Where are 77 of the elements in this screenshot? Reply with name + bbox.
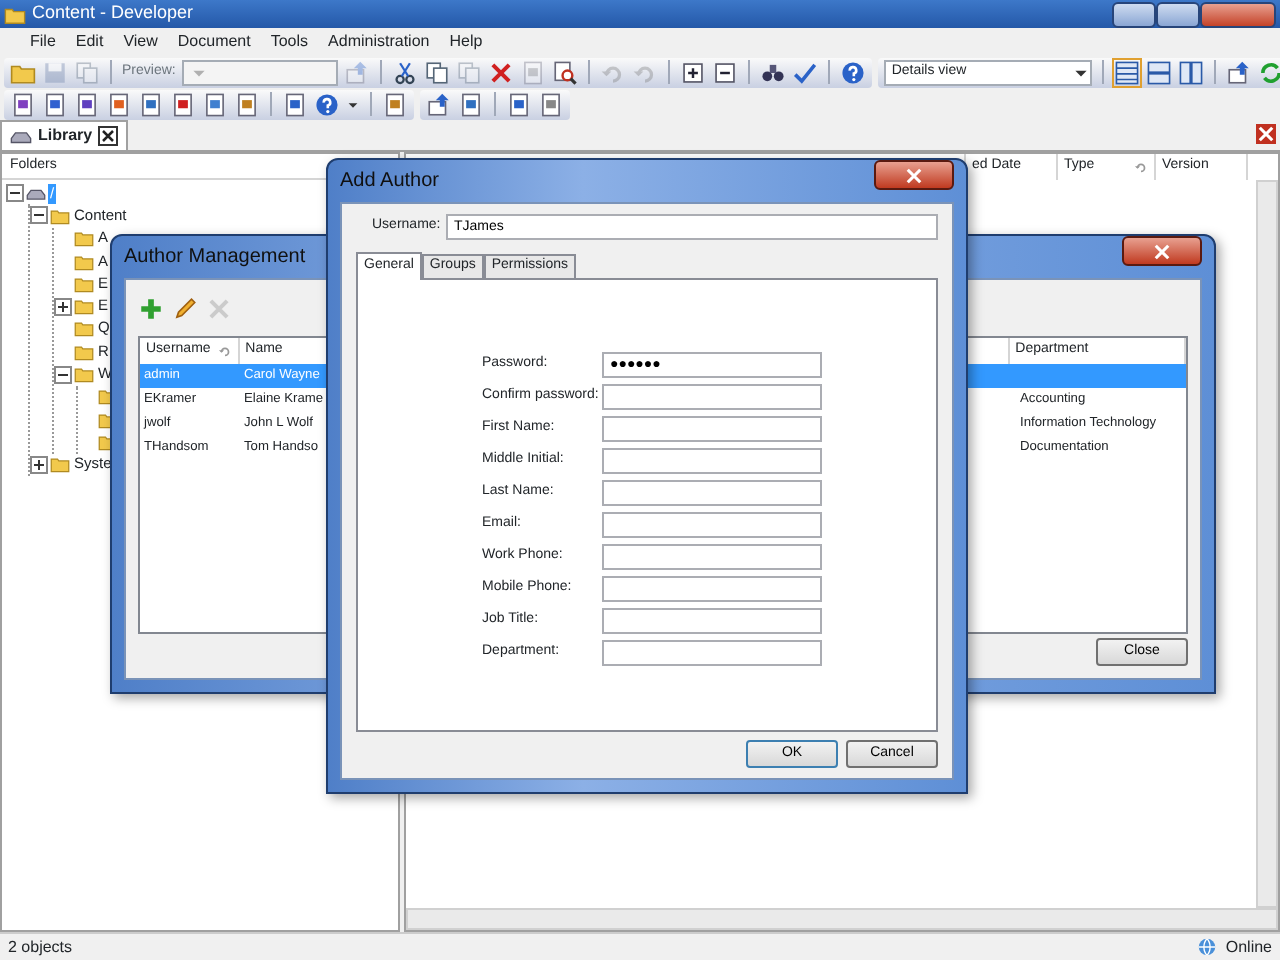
input-field[interactable] xyxy=(602,575,822,601)
close-button[interactable] xyxy=(1122,236,1202,266)
minimize-button[interactable] xyxy=(1112,1,1156,27)
document-icon[interactable] xyxy=(74,91,100,117)
columns-view-icon[interactable] xyxy=(1177,59,1204,85)
folder-icon xyxy=(74,251,94,272)
menu-item[interactable]: Administration xyxy=(318,30,440,54)
upload-icon[interactable] xyxy=(426,91,452,117)
collapse-icon[interactable] xyxy=(54,365,72,384)
refresh-icon[interactable] xyxy=(1257,59,1280,85)
expand-icon[interactable] xyxy=(679,59,706,85)
document-icon[interactable] xyxy=(170,91,196,117)
collapse-icon[interactable] xyxy=(6,184,24,203)
collapse-icon[interactable] xyxy=(711,59,738,85)
input-field[interactable] xyxy=(602,479,822,505)
document-icon[interactable] xyxy=(382,91,408,117)
folder-icon xyxy=(74,341,94,362)
input-field[interactable] xyxy=(602,383,822,409)
help-icon[interactable] xyxy=(839,59,866,85)
grid-view-icon[interactable] xyxy=(1113,59,1140,85)
close-icon[interactable] xyxy=(98,126,119,146)
help-icon[interactable] xyxy=(314,91,340,117)
document-icon[interactable] xyxy=(138,91,164,117)
input-field[interactable] xyxy=(602,607,822,633)
folder-icon xyxy=(74,296,94,317)
spellcheck-icon[interactable] xyxy=(791,59,818,85)
folder-icon xyxy=(50,205,70,226)
copy-icon[interactable] xyxy=(423,59,450,85)
folder-icon xyxy=(50,454,70,475)
add-icon[interactable] xyxy=(138,296,164,322)
document-icon[interactable] xyxy=(202,91,228,117)
menu-item[interactable]: Edit xyxy=(65,30,114,54)
folder-up-icon[interactable] xyxy=(1225,59,1252,85)
expand-icon[interactable] xyxy=(54,297,72,316)
folder-icon xyxy=(74,364,94,385)
scrollbar[interactable] xyxy=(406,908,1278,930)
document-icon[interactable] xyxy=(106,91,132,117)
document-icon[interactable] xyxy=(10,91,36,117)
input-field[interactable] xyxy=(602,511,822,537)
status-text: Online xyxy=(1225,935,1272,959)
input-field[interactable] xyxy=(602,447,822,473)
document-icon[interactable] xyxy=(458,91,484,117)
menu-item[interactable]: File xyxy=(20,30,66,54)
document-icon[interactable] xyxy=(282,91,308,117)
input-field[interactable] xyxy=(602,415,822,441)
network-icon xyxy=(1195,936,1218,958)
delete-icon[interactable] xyxy=(487,59,514,85)
menu-item[interactable]: Tools xyxy=(260,30,319,54)
document-icon[interactable] xyxy=(506,91,532,117)
collapse-icon[interactable] xyxy=(30,206,48,225)
folder-icon xyxy=(74,273,94,294)
pencil-icon[interactable] xyxy=(172,296,198,322)
search-icon[interactable] xyxy=(551,59,578,85)
cut-icon[interactable] xyxy=(391,59,418,85)
status-text: 2 objects xyxy=(8,935,73,959)
dialog-title: Author Management xyxy=(124,244,306,272)
input-field[interactable] xyxy=(602,639,822,665)
input-field[interactable] xyxy=(602,543,822,569)
folder-icon xyxy=(74,318,94,339)
close-button[interactable] xyxy=(874,160,954,190)
document-icon[interactable] xyxy=(42,91,68,117)
library-tab[interactable]: Library xyxy=(0,120,129,150)
maximize-button[interactable] xyxy=(1156,1,1200,27)
expand-icon[interactable] xyxy=(30,455,48,474)
window-title: Content - Developer xyxy=(32,0,196,27)
document-icon[interactable] xyxy=(234,91,260,117)
menu-item[interactable]: View xyxy=(113,30,168,54)
folder-icon xyxy=(74,228,94,249)
caret-icon[interactable] xyxy=(346,97,360,111)
split-view-icon[interactable] xyxy=(1145,59,1172,85)
scrollbar[interactable] xyxy=(1256,180,1278,908)
menu-item[interactable]: Help xyxy=(439,30,493,54)
close-icon xyxy=(1152,241,1172,261)
menu-item[interactable]: Document xyxy=(167,30,261,54)
document-icon[interactable] xyxy=(538,91,564,117)
close-icon xyxy=(904,165,924,185)
binoculars-icon[interactable] xyxy=(759,59,786,85)
